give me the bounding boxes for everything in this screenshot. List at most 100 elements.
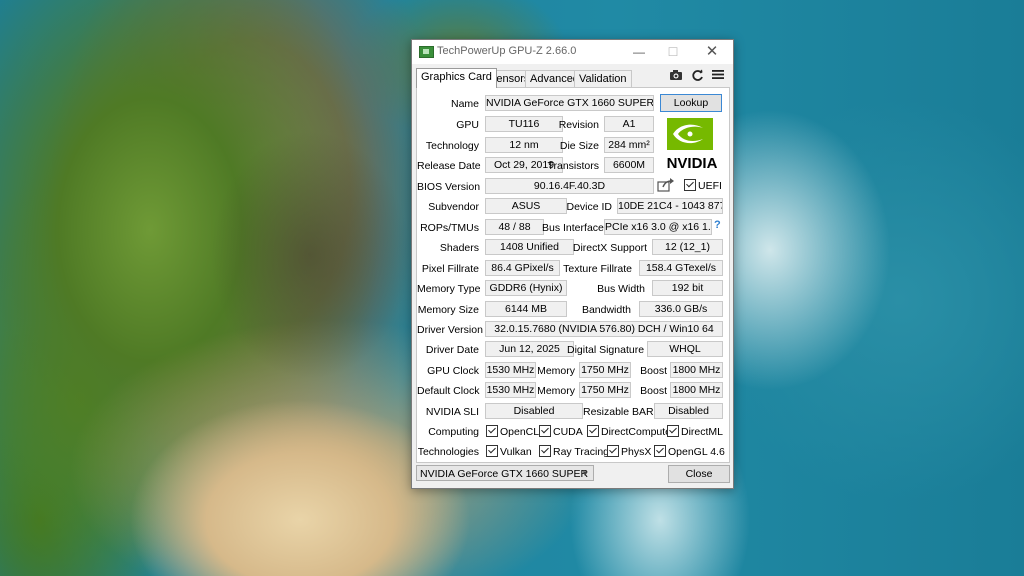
gpuz-app-icon (419, 46, 434, 58)
technologies-label: Technologies (417, 446, 479, 458)
revision-label: Revision (558, 119, 599, 131)
directml-checkbox[interactable]: DirectML (667, 425, 723, 438)
ray-tracing-checkbox[interactable]: Ray Tracing (539, 445, 609, 458)
die-size-value: 284 mm² (604, 137, 654, 153)
nvidia-logo: NVIDIA (659, 116, 725, 175)
uefi-checkbox[interactable]: UEFI (684, 179, 722, 192)
uefi-checkbox-box[interactable] (684, 179, 696, 191)
resizable-bar-label: Resizable BAR (583, 406, 654, 418)
directcompute-checkbox-box[interactable] (587, 425, 599, 437)
opengl-checkbox[interactable]: OpenGL 4.6 (654, 445, 725, 458)
digital-signature-value: WHQL (647, 341, 723, 357)
share-bios-icon[interactable] (657, 177, 675, 196)
directcompute-checkbox[interactable]: DirectCompute (587, 425, 671, 438)
name-label: Name (450, 98, 479, 110)
driver-version-label: Driver Version (417, 324, 483, 336)
wallpaper-cliff-shade (210, 130, 410, 380)
bus-interface-help-button[interactable]: ? (714, 219, 721, 231)
gpu-label: GPU (456, 119, 479, 131)
memory-size-value: 6144 MB (485, 301, 567, 317)
nvidia-sli-label: NVIDIA SLI (425, 406, 479, 418)
device-id-label: Device ID (566, 201, 612, 213)
rops-tmus-value: 48 / 88 (485, 219, 544, 235)
minimize-button[interactable]: — (622, 40, 656, 64)
opengl-checkbox-box[interactable] (654, 445, 666, 457)
directml-checkbox-box[interactable] (667, 425, 679, 437)
gpu-select-dropdown[interactable]: NVIDIA GeForce GTX 1660 SUPER ▼ (416, 465, 594, 481)
refresh-icon[interactable] (689, 69, 705, 83)
default-boost-value: 1800 MHz (670, 382, 723, 398)
driver-version-value: 32.0.15.7680 (NVIDIA 576.80) DCH / Win10… (485, 321, 723, 337)
bandwidth-value: 336.0 GB/s (639, 301, 723, 317)
directml-label: DirectML (681, 426, 724, 438)
memory-type-value: GDDR6 (Hynix) (485, 280, 567, 296)
cuda-label: CUDA (553, 426, 583, 438)
opencl-checkbox[interactable]: OpenCL (486, 425, 539, 438)
gpuz-window: TechPowerUp GPU-Z 2.66.0 — ☐ ✕ Graphics … (411, 39, 734, 489)
vulkan-checkbox[interactable]: Vulkan (486, 445, 532, 458)
die-size-label: Die Size (559, 140, 599, 152)
default-memory-value: 1750 MHz (579, 382, 631, 398)
bios-version-value: 90.16.4F.40.3D (485, 178, 654, 194)
shaders-value: 1408 Unified (485, 239, 574, 255)
memory-type-label: Memory Type (417, 283, 481, 295)
pixel-fillrate-label: Pixel Fillrate (421, 263, 479, 275)
default-clock-value: 1530 MHz (485, 382, 536, 398)
driver-date-label: Driver Date (425, 344, 479, 356)
bus-width-label: Bus Width (597, 283, 645, 295)
bios-version-label: BIOS Version (417, 181, 481, 193)
physx-checkbox-box[interactable] (607, 445, 619, 457)
ray-tracing-label: Ray Tracing (553, 446, 610, 458)
default-memory-label: Memory (537, 385, 575, 397)
technology-label: Technology (425, 140, 479, 152)
opencl-label: OpenCL (500, 426, 540, 438)
revision-value: A1 (604, 116, 654, 132)
transistors-label: Transistors (547, 160, 599, 172)
vulkan-label: Vulkan (500, 446, 532, 458)
title-bar[interactable]: TechPowerUp GPU-Z 2.66.0 — ☐ ✕ (412, 40, 733, 64)
device-id-value: 10DE 21C4 - 1043 877E (617, 198, 723, 214)
subvendor-label: Subvendor (428, 201, 479, 213)
physx-checkbox[interactable]: PhysX (607, 445, 651, 458)
menu-icon[interactable] (710, 69, 726, 83)
shaders-label: Shaders (439, 242, 479, 254)
opencl-checkbox-box[interactable] (486, 425, 498, 437)
pixel-fillrate-value: 86.4 GPixel/s (485, 260, 560, 276)
bus-width-value: 192 bit (652, 280, 723, 296)
rops-tmus-label: ROPs/TMUs (420, 222, 479, 234)
release-date-label: Release Date (417, 160, 481, 172)
gpu-clock-value: 1530 MHz (485, 362, 536, 378)
physx-label: PhysX (621, 446, 652, 458)
camera-icon[interactable] (668, 69, 684, 83)
maximize-button[interactable]: ☐ (656, 40, 690, 64)
cuda-checkbox-box[interactable] (539, 425, 551, 437)
cuda-checkbox[interactable]: CUDA (539, 425, 583, 438)
memory-size-label: Memory Size (417, 304, 479, 316)
close-window-button[interactable]: ✕ (695, 40, 729, 64)
directcompute-label: DirectCompute (601, 426, 672, 438)
technology-value: 12 nm (485, 137, 563, 153)
vulkan-checkbox-box[interactable] (486, 445, 498, 457)
default-boost-label: Boost (640, 385, 667, 397)
close-button[interactable]: Close (668, 465, 730, 483)
digital-signature-label: Digital Signature (567, 344, 645, 356)
chevron-down-icon: ▼ (581, 469, 589, 478)
gpu-memory-label: Memory (537, 365, 575, 377)
lookup-button[interactable]: Lookup (660, 94, 722, 112)
computing-label: Computing (428, 426, 479, 438)
texture-fillrate-value: 158.4 GTexel/s (639, 260, 723, 276)
directx-support-label: DirectX Support (572, 242, 647, 254)
tab-graphics-card[interactable]: Graphics Card (416, 68, 497, 88)
ray-tracing-checkbox-box[interactable] (539, 445, 551, 457)
bus-interface-label: Bus Interface (542, 222, 604, 234)
transistors-value: 6600M (604, 157, 654, 173)
tab-validation[interactable]: Validation (574, 70, 632, 87)
gpu-memory-value: 1750 MHz (579, 362, 631, 378)
directx-support-value: 12 (12_1) (652, 239, 723, 255)
svg-text:NVIDIA: NVIDIA (667, 155, 718, 172)
opengl-label: OpenGL 4.6 (668, 446, 725, 458)
gpu-boost-label: Boost (640, 365, 667, 377)
graphics-card-panel: Name NVIDIA GeForce GTX 1660 SUPER Looku… (416, 87, 730, 463)
gpu-clock-label: GPU Clock (427, 365, 479, 377)
driver-date-value: Jun 12, 2025 (485, 341, 574, 357)
